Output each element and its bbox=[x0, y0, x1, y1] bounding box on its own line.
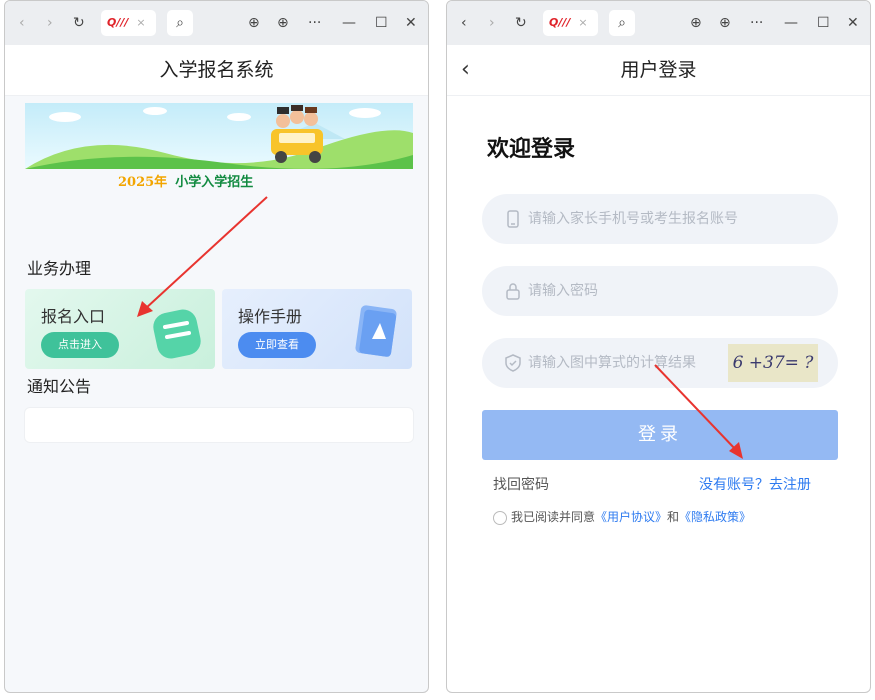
home-window: ‹ › ↻ Q///× ⌕ ⊕ ⊕ ··· — ☐ ✕ 入学报名系统 2025年… bbox=[4, 0, 429, 693]
login-window: ‹ › ↻ Q///× ⌕ ⊕ ⊕ ··· — ☐ ✕ ‹ 用户登录 欢迎登录 … bbox=[446, 0, 871, 693]
annotation-arrow-left bbox=[137, 196, 268, 317]
annotation-arrow-right bbox=[654, 364, 743, 459]
